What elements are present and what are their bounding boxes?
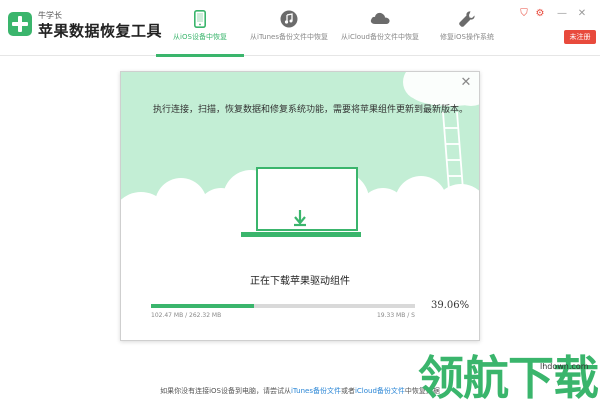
progress-bar — [151, 304, 415, 308]
settings-icon[interactable]: ⚙ — [534, 8, 546, 20]
tab-label: 从iTunes备份文件中恢复 — [250, 33, 328, 41]
cloud-icon — [370, 12, 390, 24]
phone-icon — [194, 10, 206, 28]
download-size: 102.47 MB / 262.32 MB — [151, 312, 222, 319]
download-status: 正在下载苹果驱动组件 — [250, 276, 350, 287]
tab-icloud-backup[interactable]: 从iCloud备份文件中恢复 — [334, 0, 426, 56]
app-title: 苹果数据恢复工具 — [38, 22, 163, 40]
footer-prefix: 如果你没有连接iOS设备到电脑，请尝试从 — [160, 387, 291, 395]
dialog-close-button[interactable]: ✕ — [459, 76, 473, 90]
app-header: 牛学长 苹果数据恢复工具 从iOS设备中恢复 从iTunes备份文件中恢复 从i… — [0, 0, 600, 57]
music-icon — [280, 10, 298, 28]
close-window-button[interactable]: ✕ — [576, 8, 588, 20]
progress-fill — [151, 304, 255, 308]
watermark-logo: 领航下载 — [418, 351, 599, 405]
minimize-button[interactable]: — — [556, 8, 568, 20]
logo-icon — [8, 12, 32, 36]
progress-percent: 39.06% — [431, 300, 470, 311]
tab-ios-device[interactable]: 从iOS设备中恢复 — [156, 0, 244, 57]
register-button[interactable]: 未注册 — [564, 30, 596, 44]
download-speed: 19.33 MB / S — [376, 312, 415, 319]
active-tab-indicator — [156, 54, 244, 57]
laptop-download-illustration — [121, 72, 479, 242]
tab-label: 修复iOS操作系统 — [440, 33, 494, 41]
itunes-backup-link[interactable]: iTunes备份文件 — [291, 387, 341, 395]
tab-repair-ios[interactable]: 修复iOS操作系统 — [426, 0, 508, 56]
dialog-message: 执行连接，扫描，恢复数据和修复系统功能，需要将苹果组件更新到最新版本。 — [153, 105, 469, 115]
cart-icon[interactable]: ⛉ — [518, 8, 530, 20]
tab-itunes-backup[interactable]: 从iTunes备份文件中恢复 — [244, 0, 334, 56]
window-controls: ⛉ ⚙ — ✕ — [516, 8, 594, 22]
footer-middle: 或者 — [340, 387, 355, 395]
watermark-url: lhdown.com — [540, 362, 589, 371]
icloud-backup-link[interactable]: iCloud备份文件 — [355, 387, 405, 395]
wrench-icon — [459, 11, 475, 27]
tab-label: 从iCloud备份文件中恢复 — [341, 33, 419, 41]
update-dialog: 执行连接，扫描，恢复数据和修复系统功能，需要将苹果组件更新到最新版本。 ✕ 正在… — [120, 71, 480, 341]
tab-label: 从iOS设备中恢复 — [173, 33, 227, 41]
